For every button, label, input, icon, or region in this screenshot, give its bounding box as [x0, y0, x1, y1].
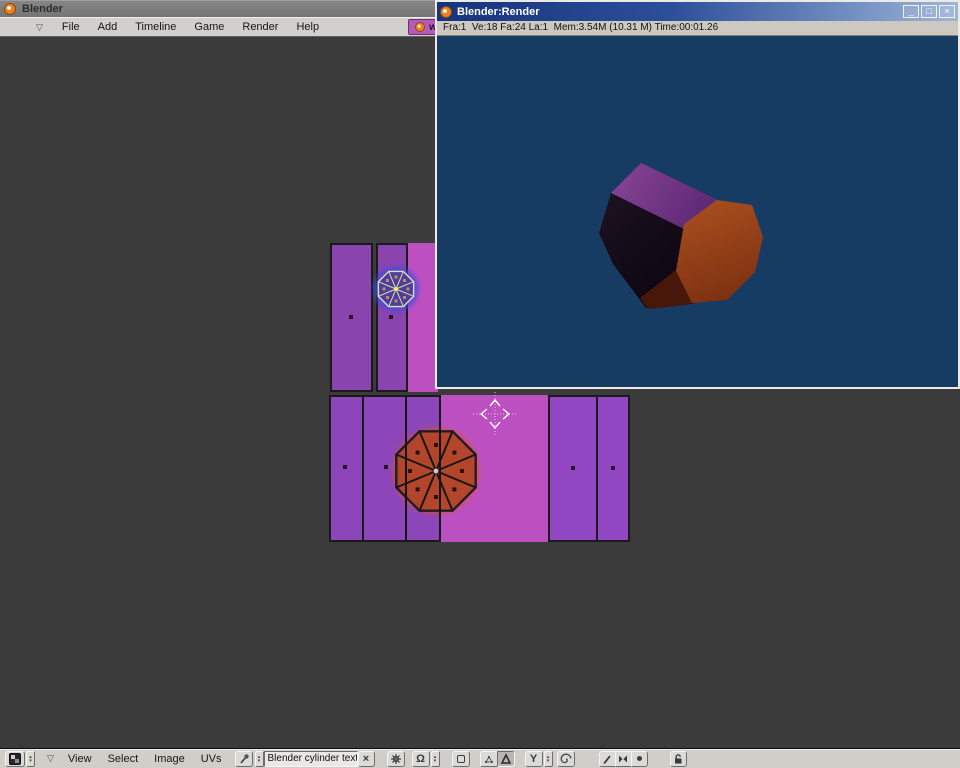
minimize-button[interactable]: _ — [903, 5, 919, 18]
uv-edge-line — [405, 396, 407, 541]
blender-logo-icon — [440, 6, 452, 18]
uv-editor-header-bar: ▴▾ ▽ View Select Image UVs ▴▾ Blender cy… — [0, 748, 960, 768]
menu-view[interactable]: View — [60, 751, 100, 767]
dot-icon — [637, 756, 642, 761]
collapse-panel-icon[interactable]: ▽ — [36, 22, 43, 33]
proportional-edit-button[interactable] — [557, 751, 575, 767]
close-button[interactable]: × — [939, 5, 955, 18]
unlink-image-button[interactable]: × — [358, 751, 375, 767]
pencil-icon — [601, 753, 613, 765]
pin-image-button[interactable] — [235, 751, 253, 767]
image-browse-stepper[interactable]: ▴▾ — [255, 751, 264, 767]
lock-button[interactable] — [670, 751, 687, 767]
uv-vertex-select-button[interactable] — [480, 751, 498, 767]
uv-face-dot — [343, 465, 347, 469]
menu-timeline[interactable]: Timeline — [126, 19, 185, 35]
mirror-bowtie-button[interactable] — [615, 751, 632, 767]
y-icon: Y — [530, 753, 537, 765]
solid-triangle-icon — [500, 753, 512, 765]
render-stats-bar: Fra:1 Ve:18 Fa:24 La:1 Mem:3.54M (10.31 … — [437, 21, 958, 36]
editor-type-stepper[interactable]: ▴▾ — [26, 751, 35, 767]
image-name-field[interactable]: Blender cylinder text — [264, 751, 358, 767]
menu-select[interactable]: Select — [100, 751, 147, 767]
omega-stepper[interactable]: ▴▾ — [431, 751, 440, 767]
spiral-icon — [560, 753, 572, 765]
game-omega-button[interactable]: Ω — [412, 751, 430, 767]
menu-uvs[interactable]: UVs — [193, 751, 230, 767]
render-window-titlebar[interactable]: Blender:Render _ □ × — [437, 2, 958, 21]
scatter-triangle-icon — [483, 753, 495, 765]
menu-image[interactable]: Image — [146, 751, 193, 767]
image-editor-icon — [9, 753, 21, 765]
draw-paint-button[interactable] — [599, 751, 616, 767]
render-result-image — [437, 36, 958, 387]
editor-type-button[interactable] — [5, 751, 25, 767]
collapse-panel-icon[interactable]: ▽ — [47, 753, 54, 764]
uv-cap-selected-wheel — [366, 259, 426, 319]
blender-logo-icon — [415, 22, 425, 32]
uv-cap-wheel-on-texture — [386, 421, 486, 521]
square-icon — [457, 755, 465, 763]
blender-screen: Blender ▽ File Add Timeline Game Render … — [0, 0, 960, 768]
uv-edge-line — [439, 396, 441, 541]
uv-2d-cursor — [473, 392, 517, 436]
dot-select-button[interactable] — [631, 751, 648, 767]
lock-icon — [672, 753, 684, 765]
omega-icon: Ω — [416, 753, 425, 765]
main-window-title: Blender — [22, 3, 63, 15]
uv-face-dot — [611, 466, 615, 470]
pin-icon — [238, 753, 250, 765]
stitch-stepper[interactable]: ▴▾ — [544, 751, 553, 767]
flower-icon — [390, 753, 402, 765]
menu-file[interactable]: File — [53, 19, 89, 35]
menu-game[interactable]: Game — [185, 19, 233, 35]
render-window-title: Blender:Render — [457, 6, 901, 18]
uv-face-dot — [349, 315, 353, 319]
blender-logo-icon — [4, 3, 16, 15]
menu-add[interactable]: Add — [89, 19, 127, 35]
bowtie-icon — [617, 753, 629, 765]
menu-render[interactable]: Render — [233, 19, 287, 35]
rounded-square-button[interactable] — [452, 751, 470, 767]
flower-button[interactable] — [387, 751, 405, 767]
uv-face-select-button[interactable] — [497, 751, 515, 767]
maximize-button[interactable]: □ — [921, 5, 937, 18]
stitch-y-button[interactable]: Y — [525, 751, 543, 767]
render-result-window: Blender:Render _ □ × Fra:1 Ve:18 Fa:24 L… — [435, 0, 960, 389]
menu-help[interactable]: Help — [287, 19, 328, 35]
uv-face-dot — [571, 466, 575, 470]
